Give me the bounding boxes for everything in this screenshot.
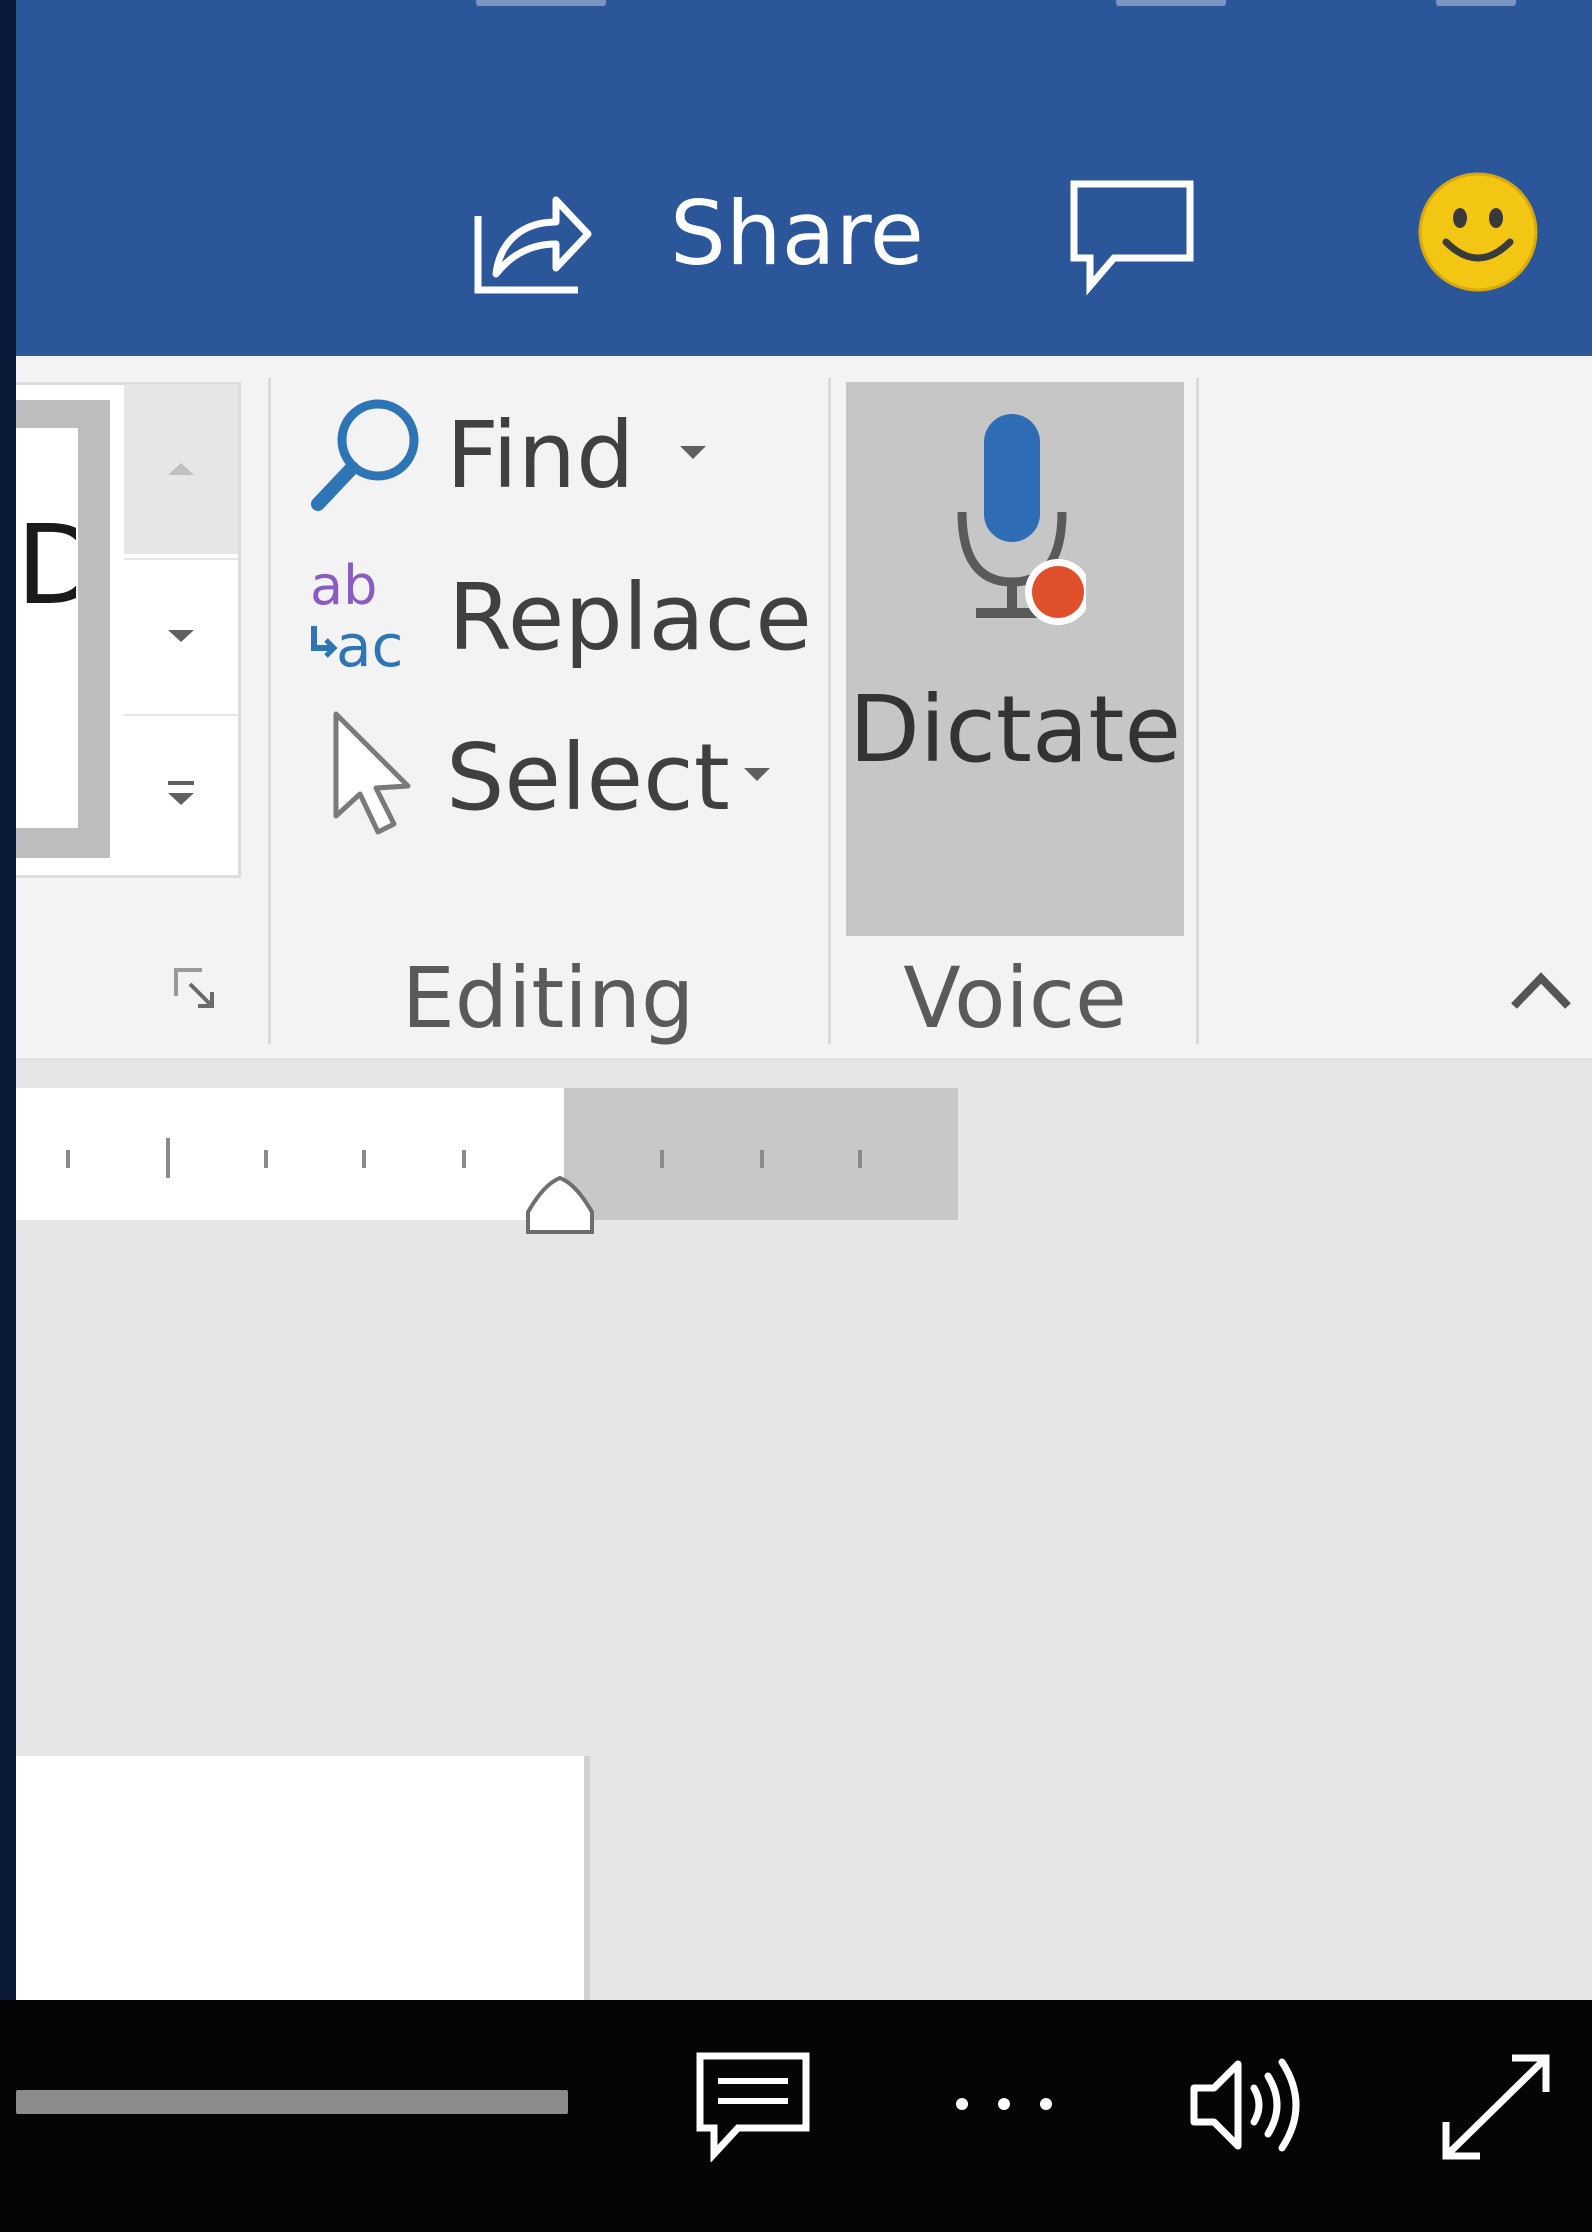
select-dropdown-caret-icon (744, 768, 770, 781)
gallery-more-button[interactable] (124, 714, 238, 872)
group-separator (268, 378, 271, 1044)
gallery-scroll-down-button[interactable] (124, 558, 238, 712)
style-preview-inner (16, 428, 78, 828)
dictate-label: Dictate (848, 676, 1182, 783)
left-window-edge (0, 0, 16, 2000)
chevron-up-icon (168, 463, 194, 475)
more-icon (956, 2098, 1052, 2110)
caret-down-icon (168, 630, 194, 642)
captions-button[interactable] (694, 2050, 812, 2163)
dictate-button[interactable]: Dictate (846, 382, 1184, 936)
ruler-tick (660, 1150, 664, 1168)
group-separator (1196, 378, 1199, 1044)
select-button[interactable]: Select (306, 706, 786, 836)
find-button[interactable]: Find (306, 388, 726, 518)
ruler-tick (166, 1138, 170, 1178)
dialog-launcher-icon (174, 968, 214, 1008)
share-label: Share (670, 182, 924, 285)
microphone-icon (957, 414, 1086, 625)
cursor-arrow-icon (333, 711, 411, 835)
group-label-voice: Voice (903, 949, 1127, 1047)
svg-text:ac: ac (336, 612, 403, 676)
share-button[interactable]: Share (466, 170, 926, 300)
find-label: Find (446, 402, 635, 509)
video-progress-bar[interactable] (16, 2090, 568, 2114)
titlebar-button-fragment (476, 0, 606, 6)
titlebar-button-fragment (1436, 0, 1516, 6)
smiley-icon (1418, 172, 1538, 292)
group-separator (828, 378, 831, 1044)
more-options-button[interactable] (950, 2084, 1060, 2124)
ruler-tick (760, 1150, 764, 1168)
style-preview-text: D (16, 510, 76, 620)
search-icon (311, 399, 419, 511)
select-label: Select (446, 724, 730, 831)
collapse-ribbon-button[interactable] (1508, 960, 1574, 1020)
right-indent-marker[interactable] (522, 1175, 598, 1236)
ruler-tick (66, 1150, 70, 1168)
horizontal-ruler[interactable] (16, 1088, 564, 1220)
document-page[interactable] (16, 1756, 584, 2000)
replace-icon: ab ac (310, 556, 403, 676)
ruler-tick (462, 1150, 466, 1168)
ruler-tick (858, 1150, 862, 1168)
feedback-smiley-button[interactable] (1416, 170, 1540, 294)
captions-icon (696, 2052, 810, 2163)
replace-label: Replace (448, 564, 812, 671)
chevron-up-icon (1511, 972, 1571, 1009)
ruler-tick (264, 1150, 268, 1168)
group-label-editing: Editing (401, 949, 695, 1047)
comment-icon (1070, 180, 1194, 296)
gallery-scroll-up-button[interactable] (124, 384, 238, 554)
titlebar-button-fragment (1116, 0, 1226, 6)
replace-button[interactable]: ab ac Replace (306, 550, 812, 680)
fullscreen-button[interactable] (1436, 2048, 1556, 2166)
ruler-tick (362, 1150, 366, 1168)
comments-button[interactable] (1068, 178, 1198, 298)
volume-icon (1190, 2058, 1300, 2152)
page-shadow (584, 1756, 590, 2000)
expand-gallery-icon (168, 781, 194, 805)
fullscreen-icon (1442, 2054, 1550, 2160)
svg-text:ab: ab (310, 556, 377, 617)
find-dropdown-caret-icon (680, 446, 706, 459)
volume-button[interactable] (1188, 2050, 1308, 2160)
share-icon (470, 178, 594, 298)
styles-dialog-launcher[interactable] (172, 966, 220, 1014)
indent-marker-icon (526, 1175, 594, 1234)
